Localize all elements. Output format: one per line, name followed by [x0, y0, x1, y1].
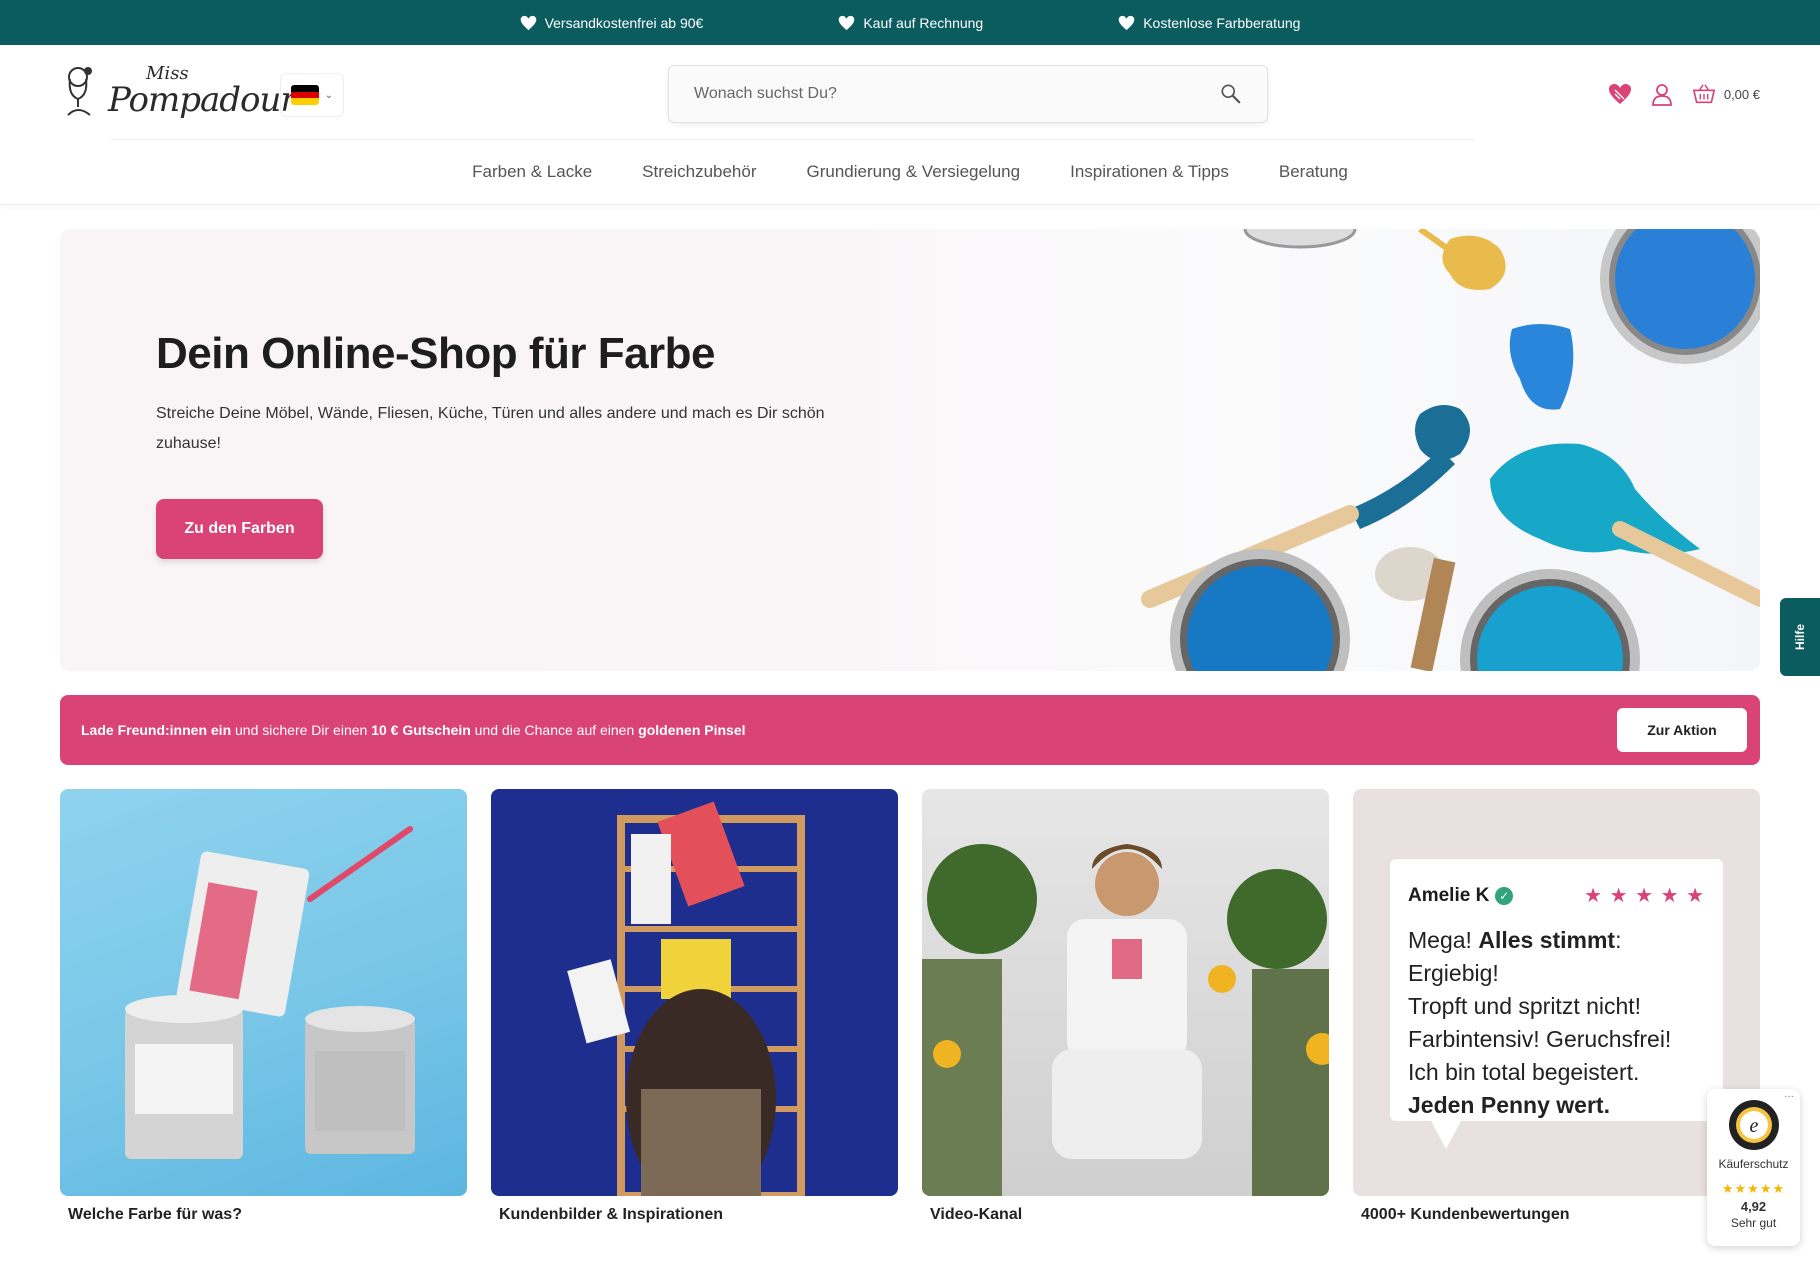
- rating-text: Sehr gut: [1730, 1216, 1777, 1230]
- search-box[interactable]: [668, 65, 1268, 123]
- review-card-image: Amelie K ✓ ★ ★ ★ ★ ★ Mega! Alles stimmt:…: [1353, 789, 1760, 1196]
- buyer-protection-label: Käuferschutz: [1718, 1157, 1789, 1171]
- tile-caption: 4000+ Kundenbewertungen: [1361, 1206, 1570, 1223]
- main-navigation: Farben & Lacke Streichzubehör Grundierun…: [0, 140, 1820, 205]
- trusted-shops-seal-icon: e: [1728, 1100, 1779, 1150]
- logo-text-pompadour: Pompadour: [108, 80, 297, 120]
- hero-text: Streiche Deine Möbel, Wände, Fliesen, Kü…: [156, 405, 825, 452]
- referral-highlight: Lade Freund:innen ein: [81, 722, 232, 738]
- usp-item: Versandkostenfrei ab 90€: [520, 14, 704, 31]
- tile-caption: Welche Farbe für was?: [68, 1206, 242, 1223]
- referral-text-part: und die Chance auf einen: [470, 722, 639, 738]
- usp-label: Kostenlose Farbberatung: [1143, 14, 1301, 31]
- rating-stars: ★★★★★: [1721, 1181, 1786, 1196]
- review-text-bold: Alles stimmt: [1478, 927, 1616, 953]
- magazine-shelf-photo: [491, 789, 898, 1196]
- svg-text:e: e: [1749, 1115, 1758, 1137]
- referral-text: Lade Freund:innen ein und sichere Dir ei…: [81, 722, 746, 738]
- painter-woman-photo: [922, 789, 1329, 1196]
- usp-label: Kauf auf Rechnung: [863, 14, 984, 31]
- review-body: Mega! Alles stimmt: Ergiebig! Tropft und…: [1408, 924, 1705, 1122]
- nav-item-inspirationen[interactable]: Inspirationen & Tipps: [1070, 162, 1229, 182]
- review-text: Farbintensiv! Geruchsfrei!: [1408, 1026, 1672, 1052]
- more-options-icon[interactable]: ···: [1784, 1091, 1794, 1102]
- review-stars: ★ ★ ★ ★ ★: [1584, 885, 1705, 907]
- tile-caption: Video-Kanal: [930, 1206, 1023, 1223]
- hero-title: Dein Online-Shop für Farbe: [156, 329, 716, 378]
- language-selector[interactable]: ⌄: [280, 73, 344, 117]
- heart-icon: [839, 15, 855, 30]
- search-icon[interactable]: [1220, 83, 1242, 105]
- header-actions: 0,00 €: [1608, 82, 1760, 106]
- rating-score: 4,92: [1740, 1199, 1767, 1214]
- cart-total[interactable]: 0,00 €: [1724, 87, 1760, 102]
- header: Miss Pompadour ⌄: [67, 45, 1475, 140]
- tile-which-paint[interactable]: Welche Farbe für was?: [60, 789, 467, 1224]
- category-tiles: Welche Farbe für was? Kundenbilder & Ins…: [60, 789, 1760, 1224]
- review-text-bold: Jeden Penny wert.: [1408, 1092, 1610, 1118]
- shopping-basket-icon[interactable]: [1692, 82, 1716, 106]
- user-account-icon[interactable]: [1650, 82, 1674, 106]
- nav-item-streichzubehoer[interactable]: Streichzubehör: [642, 162, 756, 182]
- to-colors-button[interactable]: Zu den Farben: [156, 499, 323, 559]
- review-text: Ich bin total begeistert.: [1408, 1059, 1640, 1085]
- heart-icon: [1118, 15, 1135, 30]
- lady-portrait-icon: [67, 67, 92, 116]
- chevron-down-icon: ⌄: [324, 89, 334, 101]
- review-bubble: Amelie K ✓ ★ ★ ★ ★ ★ Mega! Alles stimmt:…: [1390, 859, 1723, 1149]
- tile-reviews[interactable]: Amelie K ✓ ★ ★ ★ ★ ★ Mega! Alles stimmt:…: [1353, 789, 1760, 1224]
- wishlist-heart-icon[interactable]: [1608, 82, 1632, 106]
- help-tab[interactable]: Hilfe: [1780, 598, 1820, 676]
- trusted-shops-badge[interactable]: ··· e Käuferschutz ★★★★★ 4,92 Sehr gut: [1707, 1089, 1800, 1246]
- stacked-cans-illustration: [125, 826, 415, 1159]
- search-input[interactable]: [694, 85, 1220, 103]
- tile-caption: Kundenbilder & Inspirationen: [499, 1206, 724, 1223]
- woman-magazine-shelf-illustration: [567, 801, 805, 1196]
- bubble-tail: [1430, 1119, 1462, 1149]
- logo[interactable]: Miss Pompadour: [60, 65, 297, 120]
- nav-item-beratung[interactable]: Beratung: [1279, 162, 1348, 182]
- referral-golden-brush: goldenen Pinsel: [638, 722, 746, 738]
- nav-item-grundierung[interactable]: Grundierung & Versiegelung: [807, 162, 1021, 182]
- usp-item: Kauf auf Rechnung: [838, 15, 983, 31]
- german-flag-icon: [290, 85, 319, 105]
- painter-illustration: [922, 844, 1329, 1196]
- referral-voucher: 10 € Gutschein: [371, 722, 471, 738]
- review-text: Tropft und spritzt nicht!: [1408, 993, 1642, 1019]
- verified-check-icon: ✓: [1495, 886, 1514, 905]
- heart-icon: [520, 15, 536, 30]
- usp-item: Kostenlose Farbberatung: [1118, 15, 1300, 31]
- tile-customer-photos[interactable]: Kundenbilder & Inspirationen: [491, 789, 898, 1224]
- referral-banner: Lade Freund:innen ein und sichere Dir ei…: [60, 695, 1760, 765]
- help-label: Hilfe: [1792, 623, 1807, 651]
- paint-cans-photo: [60, 789, 467, 1196]
- usp-bar: Versandkostenfrei ab 90€ Kauf auf Rechnu…: [0, 0, 1820, 45]
- to-campaign-button[interactable]: Zur Aktion: [1617, 708, 1747, 752]
- hero-banner: Dein Online-Shop für Farbe Streiche Dein…: [60, 229, 1760, 671]
- review-text: Mega!: [1408, 927, 1479, 953]
- nav-item-farben-lacke[interactable]: Farben & Lacke: [472, 162, 592, 182]
- tile-video-channel[interactable]: Video-Kanal: [922, 789, 1329, 1224]
- referral-text-part: und sichere Dir einen: [231, 722, 372, 738]
- review-header: Amelie K ✓ ★ ★ ★ ★ ★: [1408, 883, 1705, 908]
- usp-label: Versandkostenfrei ab 90€: [544, 14, 704, 31]
- reviewer-name: Amelie K: [1408, 884, 1490, 906]
